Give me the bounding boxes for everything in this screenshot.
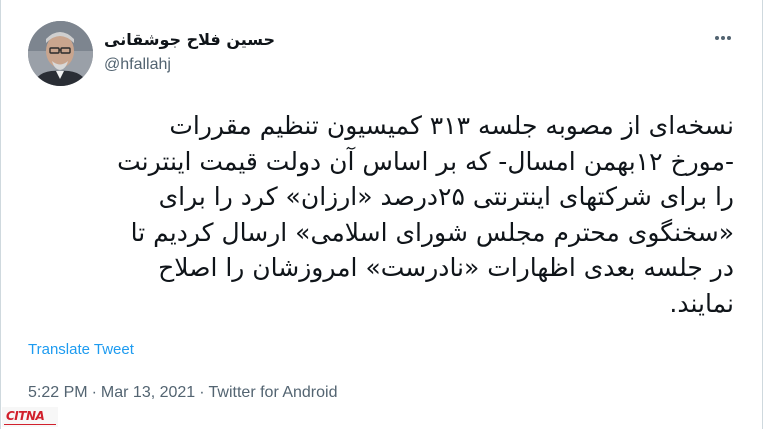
author-handle[interactable]: @hfallahj bbox=[104, 56, 171, 74]
meta-separator: · bbox=[91, 384, 97, 401]
tweet-time-link[interactable]: 5:22 PM bbox=[28, 384, 88, 401]
citna-logo-text: CITNA bbox=[6, 409, 45, 423]
citna-logo-underline bbox=[4, 424, 56, 425]
citna-logo: CITNA bbox=[2, 407, 58, 427]
avatar[interactable] bbox=[28, 21, 93, 86]
meta-separator: · bbox=[199, 384, 205, 401]
tweet-source-link[interactable]: Twitter for Android bbox=[209, 384, 338, 401]
avatar-photo bbox=[28, 21, 93, 86]
tweet-date-link[interactable]: Mar 13, 2021 bbox=[101, 384, 195, 401]
translate-tweet-link[interactable]: Translate Tweet bbox=[28, 341, 134, 358]
tweet-meta: 5:22 PM · Mar 13, 2021 · Twitter for Android bbox=[28, 384, 337, 402]
tweet-text: نسخه‌ای از مصوبه جلسه ۳۱۳ کمیسیون تنظیم … bbox=[117, 111, 734, 318]
author-name[interactable]: حسین فلاح جوشقانی bbox=[104, 30, 275, 49]
tweet-card: حسین فلاح جوشقانی @hfallahj نسخه‌ای از م… bbox=[0, 0, 763, 429]
more-options-icon[interactable] bbox=[710, 30, 736, 46]
